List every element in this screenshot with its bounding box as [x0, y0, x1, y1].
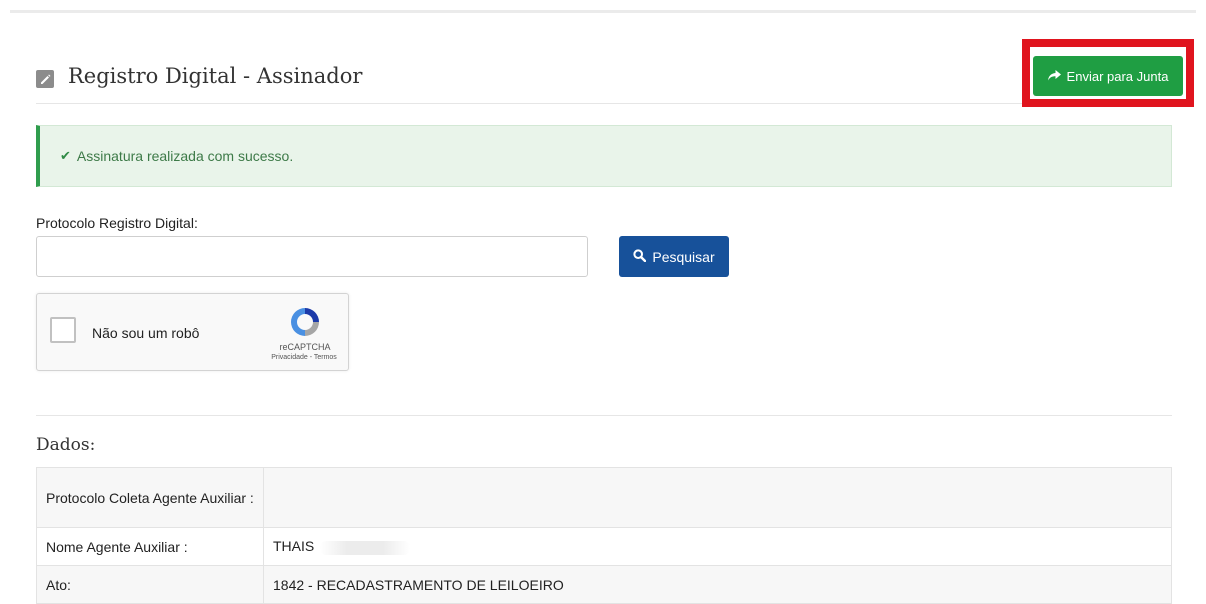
recaptcha-checkbox[interactable] — [50, 317, 76, 343]
row-value-cell: THAIS — [263, 527, 1172, 566]
recaptcha-logo-icon — [287, 304, 323, 340]
main-panel: Registro Digital - Assinador Enviar para… — [14, 13, 1194, 604]
row-key: Nome Agente Auxiliar : — [36, 527, 264, 566]
enviar-para-junta-button[interactable]: Enviar para Junta — [1033, 56, 1183, 96]
table-row: Nome Agente Auxiliar : THAIS — [36, 527, 1172, 566]
protocolo-input[interactable] — [36, 236, 588, 277]
recaptcha-brand: reCAPTCHA — [279, 342, 331, 352]
dados-table: Protocolo Coleta Agente Auxiliar : Nome … — [36, 467, 1172, 604]
row-value: THAIS — [273, 538, 315, 555]
section-divider — [36, 415, 1172, 416]
check-icon: ✔ — [60, 148, 71, 163]
row-key: Ato: — [36, 565, 264, 604]
pesquisar-button-label: Pesquisar — [652, 248, 715, 265]
recaptcha-links[interactable]: Privacidade - Termos — [259, 354, 349, 361]
page-title: Registro Digital - Assinador — [68, 64, 363, 88]
row-value — [263, 467, 1172, 528]
success-alert: ✔ Assinatura realizada com sucesso. — [36, 125, 1172, 187]
recaptcha-label: Não sou um robô — [92, 325, 200, 341]
edit-icon — [36, 70, 54, 88]
row-key: Protocolo Coleta Agente Auxiliar : — [36, 467, 264, 528]
enviar-button-label: Enviar para Junta — [1066, 68, 1169, 84]
protocolo-label: Protocolo Registro Digital: — [36, 215, 198, 231]
page-header: Registro Digital - Assinador Enviar para… — [36, 31, 1194, 107]
dados-title: Dados: — [36, 435, 96, 455]
search-icon — [633, 248, 647, 265]
redacted-text — [320, 540, 411, 555]
alert-message: Assinatura realizada com sucesso. — [76, 148, 294, 164]
table-row: Ato: 1842 - RECADASTRAMENTO DE LEILOEIRO — [36, 565, 1172, 604]
pesquisar-button[interactable]: Pesquisar — [619, 236, 729, 277]
row-value: 1842 - RECADASTRAMENTO DE LEILOEIRO — [263, 565, 1172, 604]
recaptcha-widget: Não sou um robô reCAPTCHA Privacidade - … — [36, 293, 349, 371]
table-row: Protocolo Coleta Agente Auxiliar : — [36, 467, 1172, 528]
share-arrow-icon — [1047, 69, 1061, 84]
